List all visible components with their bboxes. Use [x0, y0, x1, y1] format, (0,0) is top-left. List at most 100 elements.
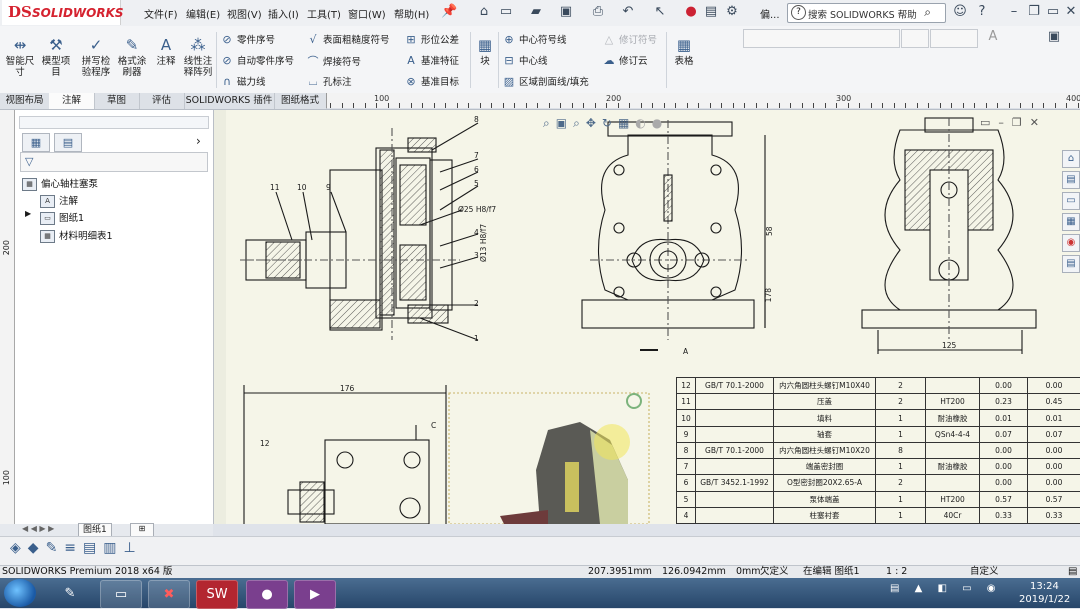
recorder-taskbar-icon[interactable]: ● — [246, 580, 288, 609]
new-document-icon[interactable]: ▭ — [498, 4, 514, 20]
dim-178[interactable]: 58 — [765, 226, 774, 236]
balloon-4[interactable]: 4 — [474, 228, 479, 237]
bom-row[interactable]: 11压盖2HT2000.230.45 — [677, 394, 1080, 410]
line-format-toolbar[interactable]: ◈◆✎≡▤▥⊥ — [10, 540, 143, 556]
status-options-icon[interactable]: ▤ — [1068, 565, 1077, 578]
line-style-icon[interactable]: ≡ — [64, 540, 83, 556]
sheet-scale[interactable]: 1 : 2 — [886, 565, 907, 578]
recorder2-taskbar-icon[interactable]: ▶ — [294, 580, 336, 609]
line-style-dropdown[interactable] — [901, 29, 929, 48]
hide-edge-icon[interactable]: ▤ — [83, 540, 103, 556]
bom-row[interactable]: 8GB/T 70.1-2000内六角圆柱头螺钉M10X2080.000.00 — [677, 442, 1080, 458]
bom-row[interactable]: 5泵体端盖1HT2000.570.57 — [677, 491, 1080, 507]
undo-icon[interactable]: ↶ — [620, 4, 636, 20]
add-sheet-icon[interactable]: ⊞ — [130, 523, 154, 537]
xmind-taskbar-icon[interactable]: ✖ — [148, 580, 190, 609]
panel-splitter[interactable] — [19, 116, 209, 129]
balloon-6[interactable]: 6 — [474, 165, 479, 174]
layer-icon[interactable]: ◈ — [10, 540, 28, 556]
line-width-dropdown[interactable] — [930, 29, 978, 48]
dim-176[interactable]: 176 — [340, 384, 355, 393]
minimize-icon[interactable]: – — [1006, 4, 1022, 20]
tile-icon[interactable]: ▭ — [1045, 4, 1061, 20]
help-icon[interactable]: ? — [974, 4, 990, 20]
tree-item-sheet[interactable]: ▭图纸1 — [40, 210, 84, 225]
hide-show-icon[interactable]: ◐ — [635, 116, 651, 130]
tree-item-bom[interactable]: ▦材料明细表1 — [40, 228, 113, 243]
centerline-button[interactable]: ⊟中心线 — [502, 53, 548, 67]
hole-callout-button[interactable]: ⌴孔标注 — [306, 74, 352, 89]
balloon-5[interactable]: 5 — [474, 179, 479, 188]
block-button[interactable]: ▦块 — [474, 36, 496, 67]
datum-target-button[interactable]: ⊗基准目标 — [404, 74, 459, 88]
restore-icon[interactable]: ❐ — [1026, 4, 1042, 20]
viewport-window-controls[interactable]: ▭–❐✕ — [980, 116, 1047, 129]
layer-properties-icon[interactable]: ▣ — [1046, 29, 1062, 45]
pin-icon[interactable]: 📌 — [441, 4, 457, 20]
dim-diameter-25[interactable]: Ø25 H8/f7 — [458, 205, 496, 214]
balloon-7[interactable]: 7 — [474, 151, 479, 160]
tab-view-layout[interactable]: 视图布局 — [0, 93, 50, 109]
custom-properties-icon[interactable]: ▤ — [1062, 255, 1080, 273]
options-gear-icon[interactable]: ⚙ — [724, 4, 740, 20]
table-button[interactable]: ▦表格 — [672, 36, 696, 67]
view-palette-icon[interactable]: ▦ — [1062, 213, 1080, 231]
geometric-tolerance-button[interactable]: ⊞形位公差 — [404, 32, 459, 46]
balloon-3[interactable]: 3 — [474, 251, 479, 260]
menu-edit[interactable]: 编辑(E) — [186, 6, 220, 21]
close-icon[interactable]: ✕ — [1063, 4, 1079, 20]
note-button[interactable]: A注释 — [152, 36, 180, 67]
pinned-app-icon[interactable]: ✎ — [50, 580, 90, 607]
display-style-icon[interactable]: ▦ — [618, 116, 635, 130]
menu-window[interactable]: 窗口(W) — [348, 6, 386, 21]
bom-row[interactable]: 12GB/T 70.1-2000内六角圆柱头螺钉M10X4020.000.00 — [677, 378, 1080, 394]
feature-manager-tab[interactable]: ▦ — [22, 133, 50, 152]
menu-help[interactable]: 帮助(H) — [394, 6, 429, 21]
menu-insert[interactable]: 插入(I) — [268, 6, 299, 21]
balloon-2[interactable]: 2 — [474, 299, 479, 308]
revision-cloud-button[interactable]: ☁修订云 — [602, 53, 648, 67]
menu-tools[interactable]: 工具(T) — [307, 6, 341, 21]
tree-item-annotations[interactable]: A注解 — [40, 193, 78, 208]
home-icon[interactable]: ⌂ — [476, 4, 492, 20]
balloon-10[interactable]: 10 — [297, 183, 307, 192]
file-explorer-icon[interactable]: ▭ — [1062, 192, 1080, 210]
dimension-icon[interactable]: ⊥ — [124, 540, 143, 556]
heads-up-view-toolbar[interactable]: ⌕▣⌕✥↻▦◐● — [543, 116, 668, 131]
zoom-to-fit-icon[interactable]: ⌕ — [543, 116, 556, 130]
tab-sketch[interactable]: 草图 — [94, 93, 140, 109]
solidworks-resources-icon[interactable]: ⌂ — [1062, 150, 1080, 168]
chevron-right-icon[interactable]: › — [196, 134, 201, 148]
balloon-8[interactable]: 8 — [474, 115, 479, 124]
center-mark-button[interactable]: ⊕中心符号线 — [502, 32, 567, 46]
help-search-input[interactable]: ? 搜索 SOLIDWORKS 帮助 ⌕ — [787, 3, 946, 23]
bom-row[interactable]: 4柱塞衬套140Cr0.330.33 — [677, 507, 1080, 523]
clock-date[interactable]: 2019/1/22 — [1019, 594, 1070, 605]
area-hatch-button[interactable]: ▨区域剖面线/填充 — [502, 74, 589, 88]
dim-125[interactable]: 125 — [942, 341, 957, 350]
front-view[interactable] — [582, 120, 765, 350]
section-view[interactable] — [240, 123, 478, 340]
user-icon[interactable]: ☺ — [952, 4, 968, 20]
section-label-a[interactable]: A — [683, 347, 689, 356]
tab-sheet-format[interactable]: 图纸格式 — [274, 93, 327, 109]
magnetic-line-button[interactable]: ∩磁力线 — [220, 74, 266, 88]
line-thickness-icon[interactable]: ✎ — [46, 540, 65, 556]
linear-note-pattern-button[interactable]: ⁂线性注 释阵列 — [181, 36, 215, 78]
bom-row[interactable]: 6GB/T 3452.1-1992O型密封圈20X2.65-A20.000.00 — [677, 475, 1080, 491]
bom-row[interactable]: 7端盖密封圈1耐油橡胶0.000.00 — [677, 459, 1080, 475]
balloon-button[interactable]: ⊘零件序号 — [220, 32, 275, 46]
tree-root[interactable]: ▦偏心轴柱塞泵 — [22, 176, 98, 191]
viewport-restore-icon[interactable]: ❐ — [1012, 116, 1030, 129]
start-button[interactable] — [4, 579, 36, 607]
auto-balloon-button[interactable]: ⊘自动零件序号 — [220, 53, 294, 67]
revision-symbol-button[interactable]: △修订符号 — [602, 32, 657, 46]
appearances-icon[interactable]: ◉ — [1062, 234, 1080, 252]
pan-icon[interactable]: ✥ — [586, 116, 602, 130]
smart-dimension-button[interactable]: ⇹智能尺 寸 — [4, 36, 36, 78]
layer-dropdown[interactable] — [743, 29, 900, 48]
print-icon[interactable]: ⎙ — [590, 4, 606, 20]
sheet-nav-arrows[interactable]: ◀ ◀ ▶ ▶ — [22, 524, 54, 533]
format-painter-button[interactable]: ✎格式涂 刷器 — [116, 36, 148, 78]
section-label-c[interactable]: C — [431, 421, 436, 430]
